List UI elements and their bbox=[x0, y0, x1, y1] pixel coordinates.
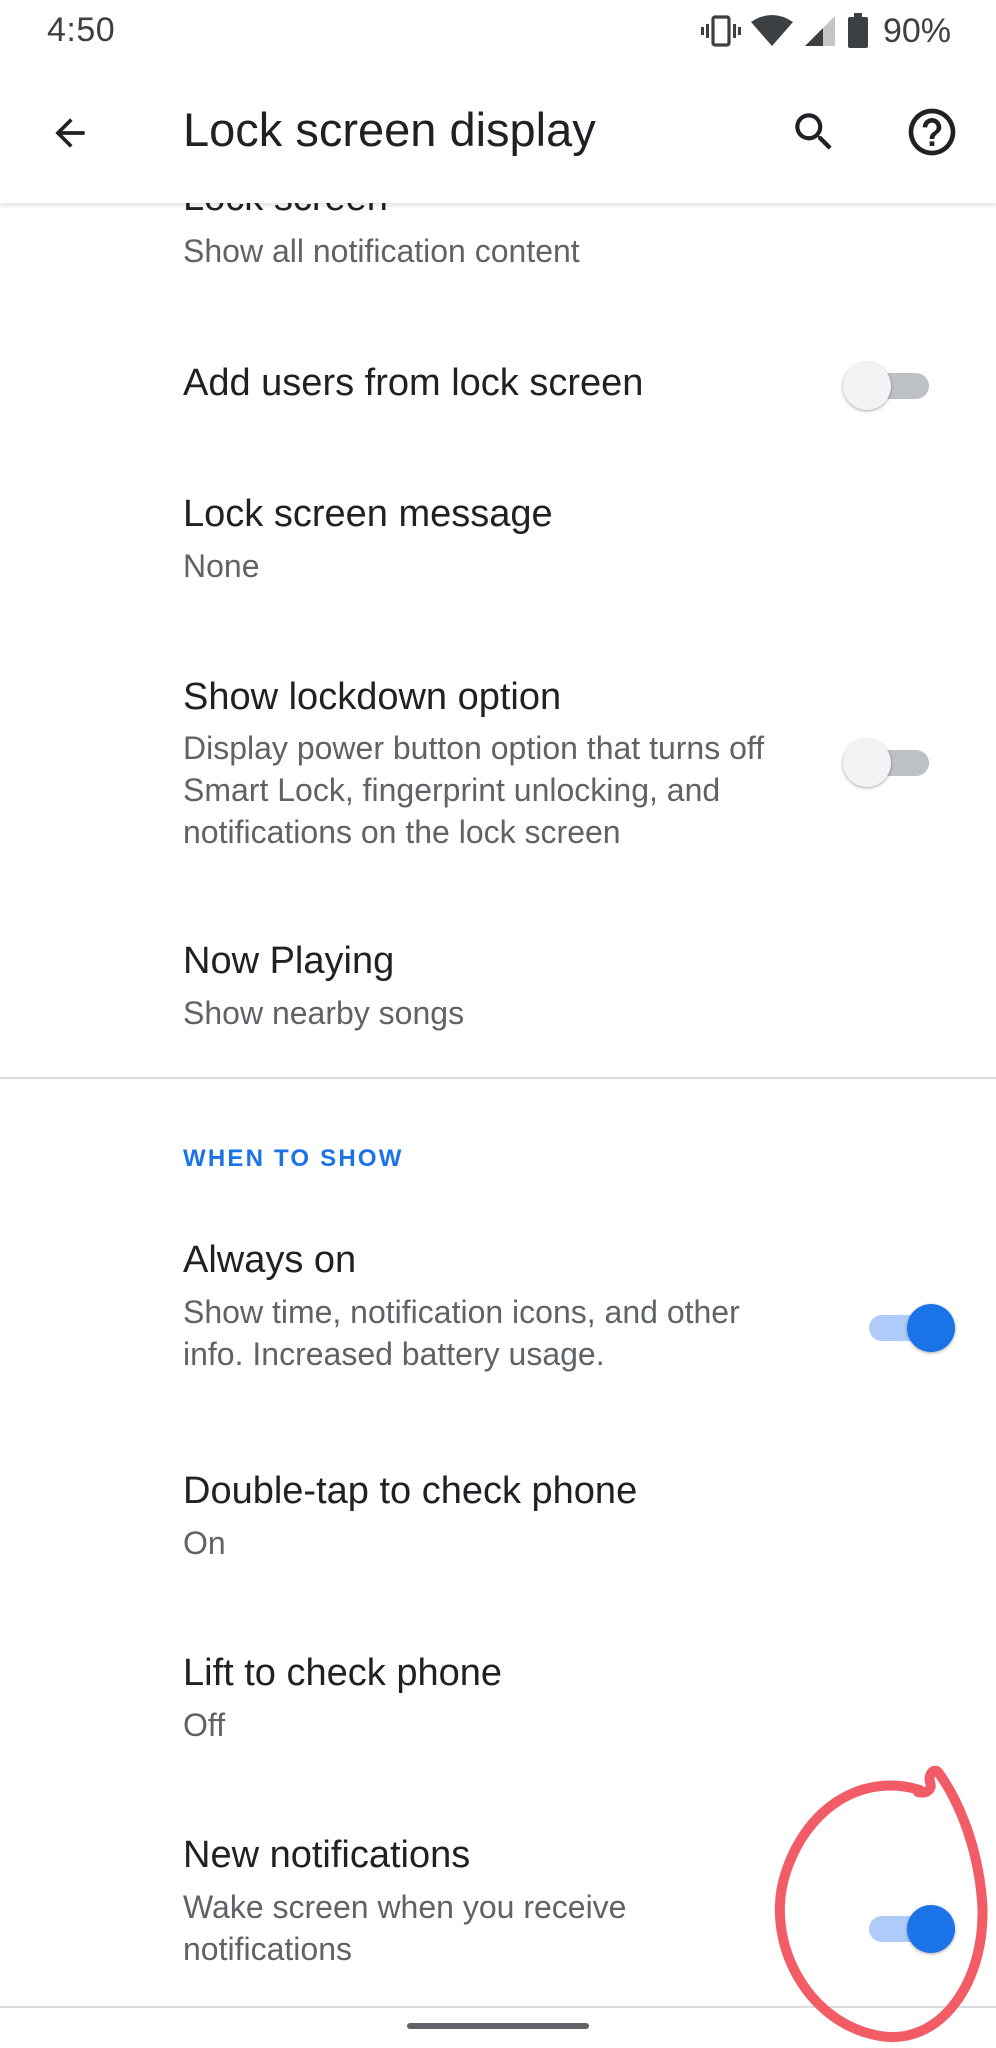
search-icon bbox=[795, 113, 832, 150]
double-tap-item[interactable]: Double-tap to check phone On bbox=[0, 1437, 996, 1619]
bottom-divider bbox=[0, 2006, 996, 2008]
item-summary: None bbox=[183, 548, 260, 584]
item-title: Add users from lock screen bbox=[183, 362, 644, 404]
battery-icon bbox=[847, 13, 868, 48]
help-icon bbox=[908, 108, 956, 156]
item-summary: Show time, notification icons, and other… bbox=[183, 1294, 740, 1372]
page-title: Lock screen display bbox=[183, 103, 596, 156]
status-bar: 4:50 90% bbox=[0, 0, 996, 62]
item-title: Double-tap to check phone bbox=[183, 1470, 638, 1512]
toggle-thumb bbox=[843, 362, 891, 410]
app-bar: Lock screen display bbox=[0, 62, 996, 203]
item-summary: Show all notification content bbox=[183, 233, 580, 269]
status-icons: 90% bbox=[700, 10, 951, 52]
status-time: 4:50 bbox=[47, 11, 116, 49]
item-summary: On bbox=[183, 1525, 226, 1561]
lock-screen-item[interactable]: Lock screen Show all notification conten… bbox=[0, 203, 996, 298]
wifi-icon bbox=[750, 15, 793, 46]
back-button[interactable] bbox=[40, 103, 100, 163]
toggle-thumb bbox=[843, 739, 891, 787]
toggle-thumb bbox=[907, 1905, 955, 1953]
toggle-thumb bbox=[907, 1304, 955, 1352]
lift-to-check-item[interactable]: Lift to check phone Off bbox=[0, 1619, 996, 1801]
item-title: Lock screen message bbox=[183, 493, 553, 535]
item-title: Lift to check phone bbox=[183, 1652, 502, 1694]
add-users-toggle[interactable] bbox=[843, 356, 943, 416]
section-header: WHEN TO SHOW bbox=[183, 1145, 404, 1172]
now-playing-item[interactable]: Now Playing Show nearby songs bbox=[0, 885, 996, 1077]
item-title: Show lockdown option bbox=[183, 676, 562, 718]
item-summary: Off bbox=[183, 1707, 226, 1743]
always-on-toggle[interactable] bbox=[855, 1298, 955, 1358]
settings-list[interactable]: Lock screen Show all notification conten… bbox=[0, 203, 996, 2008]
help-button[interactable] bbox=[900, 100, 964, 164]
lockdown-option-item[interactable]: Show lockdown option Display power butto… bbox=[0, 625, 996, 885]
item-summary: Wake screen when you receive notificatio… bbox=[183, 1889, 627, 1967]
battery-percent: 90% bbox=[882, 11, 951, 50]
section-divider bbox=[0, 1077, 996, 1079]
gesture-nav-handle[interactable] bbox=[407, 2023, 589, 2029]
item-title: New notifications bbox=[183, 1834, 471, 1876]
item-summary: Display power button option that turns o… bbox=[183, 730, 765, 850]
item-title: Lock screen bbox=[183, 203, 388, 220]
item-title: Now Playing bbox=[183, 940, 395, 982]
item-title: Always on bbox=[183, 1239, 357, 1281]
search-button[interactable] bbox=[782, 100, 846, 164]
new-notifications-toggle[interactable] bbox=[855, 1899, 955, 1959]
new-notifications-item[interactable]: New notifications Wake screen when you r… bbox=[0, 1801, 996, 2001]
vibrate-icon bbox=[700, 15, 741, 47]
lock-screen-message-item[interactable]: Lock screen message None bbox=[0, 475, 996, 625]
arrow-back-icon bbox=[55, 118, 85, 148]
always-on-item[interactable]: Always on Show time, notification icons,… bbox=[0, 1211, 996, 1437]
cell-signal-icon bbox=[804, 16, 835, 46]
lockdown-toggle[interactable] bbox=[843, 733, 943, 793]
add-users-item[interactable]: Add users from lock screen bbox=[0, 298, 996, 475]
item-summary: Show nearby songs bbox=[183, 995, 465, 1031]
